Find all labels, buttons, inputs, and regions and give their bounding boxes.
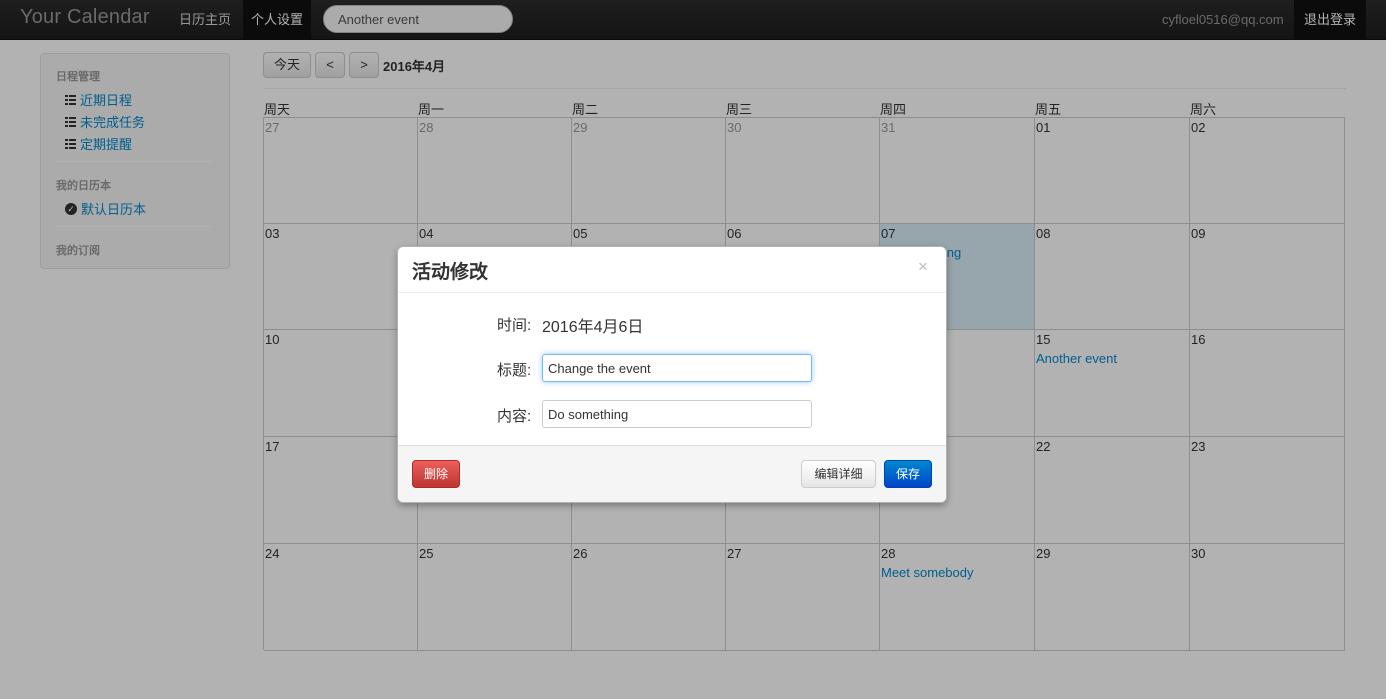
content-label: 内容: (497, 408, 532, 425)
close-icon[interactable]: × (918, 257, 928, 277)
dialog-footer: 删除 编辑详细 保存 (398, 445, 946, 502)
title-label: 标题: (497, 362, 532, 379)
dialog-header: 活动修改 × (398, 247, 946, 293)
event-content-input[interactable] (542, 400, 812, 428)
time-value: 2016年4月6日 (542, 319, 644, 336)
time-label: 时间: (497, 317, 532, 334)
delete-button[interactable]: 删除 (412, 460, 460, 488)
event-title-input[interactable] (542, 354, 812, 382)
save-button[interactable]: 保存 (884, 460, 932, 488)
dialog-title: 活动修改 (412, 262, 489, 283)
edit-event-dialog: 活动修改 × 时间: 2016年4月6日 标题: 内容: 删除 编辑详细 保存 (397, 246, 947, 503)
edit-details-button[interactable]: 编辑详细 (801, 460, 876, 488)
